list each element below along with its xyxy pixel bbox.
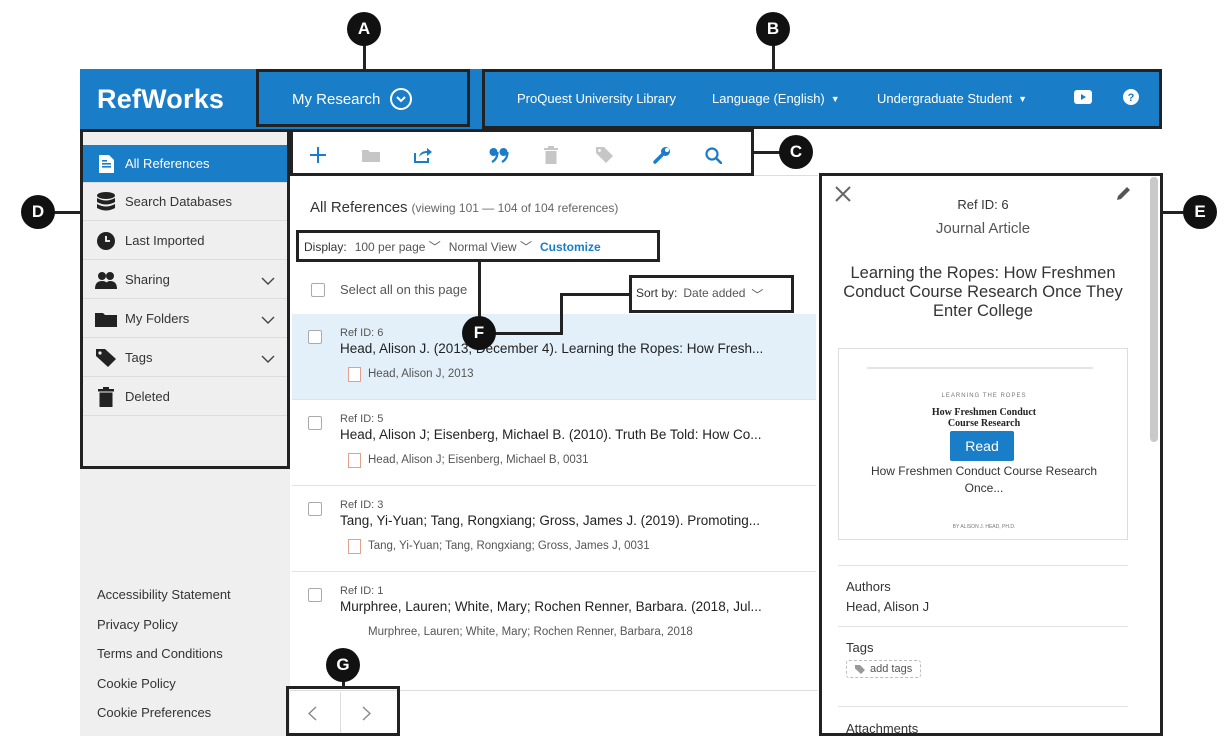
ref-title[interactable]: Murphree, Lauren; White, Mary; Rochen Re… (340, 599, 800, 614)
connector-f-sort-h (562, 293, 629, 296)
footer-terms-link[interactable]: Terms and Conditions (97, 646, 223, 661)
connector-f-sort-h2 (492, 332, 563, 335)
callout-box-b (482, 69, 1162, 129)
callout-box-e (819, 173, 1163, 736)
callout-badge-f: F (462, 316, 496, 350)
callout-badge-g: G (326, 648, 360, 682)
document-icon (348, 367, 361, 382)
connector-f-sort-v (560, 293, 563, 334)
reference-row[interactable]: Ref ID: 3 Tang, Yi-Yuan; Tang, Rongxiang… (292, 486, 816, 572)
ref-authors: Tang, Yi-Yuan; Tang, Rongxiang; Gross, J… (368, 540, 650, 552)
row-checkbox[interactable] (308, 502, 322, 516)
callout-box-g (286, 686, 400, 736)
callout-badge-c: C (779, 135, 813, 169)
callout-box-f-display (296, 230, 660, 262)
connector-f-display (478, 262, 481, 320)
footer-privacy-link[interactable]: Privacy Policy (97, 617, 178, 632)
list-header: All References (viewing 101 — 104 of 104 … (310, 199, 618, 216)
ref-authors: Head, Alison J, 2013 (368, 368, 474, 380)
connector-b (772, 44, 775, 69)
footer-cookie-policy-link[interactable]: Cookie Policy (97, 676, 176, 691)
ref-title[interactable]: Head, Alison J; Eisenberg, Michael B. (2… (340, 427, 800, 442)
ref-id: Ref ID: 3 (340, 499, 384, 511)
callout-badge-b: B (756, 12, 790, 46)
callout-badge-a: A (347, 12, 381, 46)
callout-box-c (290, 129, 754, 176)
ref-id: Ref ID: 6 (340, 327, 384, 339)
callout-box-d (80, 129, 290, 469)
ref-id: Ref ID: 1 (340, 585, 384, 597)
ref-authors: Murphree, Lauren; White, Mary; Rochen Re… (368, 626, 693, 638)
document-icon (348, 453, 361, 468)
connector-d (54, 211, 80, 214)
callout-box-f-sort (629, 275, 794, 313)
document-icon (348, 539, 361, 554)
row-checkbox[interactable] (308, 588, 322, 602)
row-checkbox[interactable] (308, 416, 322, 430)
footer-cookie-preferences-link[interactable]: Cookie Preferences (97, 705, 211, 720)
callout-box-a (256, 69, 470, 127)
brand-logo[interactable]: RefWorks (97, 84, 224, 115)
reference-row[interactable]: Ref ID: 1 Murphree, Lauren; White, Mary;… (292, 572, 816, 658)
list-title: All References (310, 199, 408, 216)
callout-badge-d: D (21, 195, 55, 229)
row-checkbox[interactable] (308, 330, 322, 344)
ref-id: Ref ID: 5 (340, 413, 384, 425)
reference-row[interactable]: Ref ID: 5 Head, Alison J; Eisenberg, Mic… (292, 400, 816, 486)
connector-a (363, 44, 366, 69)
ref-title[interactable]: Head, Alison J. (2013, December 4). Lear… (340, 341, 800, 356)
ref-title[interactable]: Tang, Yi-Yuan; Tang, Rongxiang; Gross, J… (340, 513, 800, 528)
connector-e (1163, 211, 1185, 214)
select-all-checkbox[interactable] (311, 283, 325, 297)
reference-row[interactable]: Ref ID: 6 Head, Alison J. (2013, Decembe… (292, 314, 816, 400)
callout-badge-e: E (1183, 195, 1217, 229)
viewing-count: (viewing 101 — 104 of 104 references) (411, 201, 619, 215)
ref-authors: Head, Alison J; Eisenberg, Michael B, 00… (368, 454, 589, 466)
connector-c (754, 151, 780, 154)
footer-accessibility-link[interactable]: Accessibility Statement (97, 587, 231, 602)
select-all-label: Select all on this page (340, 282, 468, 297)
